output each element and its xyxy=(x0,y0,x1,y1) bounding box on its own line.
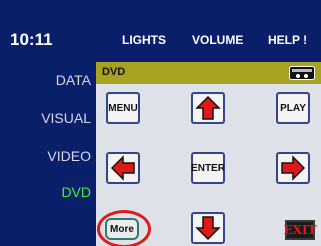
arrow-left-icon xyxy=(110,155,135,181)
right-button[interactable] xyxy=(276,152,310,184)
arrow-right-icon xyxy=(281,155,306,181)
nav-volume[interactable]: VOLUME xyxy=(192,33,243,47)
exit-button[interactable]: EXIT xyxy=(284,220,317,240)
nav-lights[interactable]: LIGHTS xyxy=(122,33,166,47)
play-button[interactable]: PLAY xyxy=(276,92,310,124)
clock: 10:11 xyxy=(10,30,53,49)
up-button[interactable] xyxy=(191,92,225,124)
menu-button[interactable]: MENU xyxy=(106,92,140,124)
arrow-up-icon xyxy=(195,95,221,120)
sidebar-item-dvd[interactable]: DVD xyxy=(61,184,91,200)
sidebar-item-visual[interactable]: VISUAL xyxy=(41,110,91,126)
panel-header: DVD xyxy=(96,62,321,84)
nav-help[interactable]: HELP ! xyxy=(268,33,307,47)
panel-title: DVD xyxy=(102,66,126,78)
more-button[interactable]: More xyxy=(105,218,139,240)
arrow-down-icon xyxy=(195,216,221,241)
down-button[interactable] xyxy=(191,212,225,244)
dvd-panel: DVD MENU PLAY ENTER More EXIT xyxy=(96,62,321,246)
sidebar-item-video[interactable]: VIDEO xyxy=(47,148,91,164)
disc-tray-icon xyxy=(289,66,315,80)
enter-button[interactable]: ENTER xyxy=(191,152,225,184)
left-button[interactable] xyxy=(106,152,140,184)
sidebar-item-data[interactable]: DATA xyxy=(56,72,91,88)
